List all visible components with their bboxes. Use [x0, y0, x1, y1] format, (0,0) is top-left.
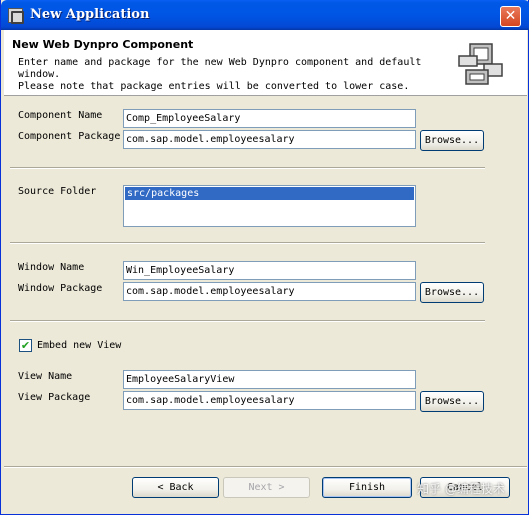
next-button[interactable]: Next >: [223, 477, 310, 498]
view-package-input[interactable]: com.sap.model.employeesalary: [123, 391, 416, 410]
window-package-input[interactable]: com.sap.model.employeesalary: [123, 282, 416, 301]
checkmark-icon: ✔: [20, 339, 31, 352]
window-name-label: Window Name: [18, 262, 85, 273]
component-name-label: Component Name: [18, 110, 103, 121]
close-button[interactable]: ✕: [500, 6, 521, 27]
component-name-input[interactable]: Comp_EmployeeSalary: [123, 109, 416, 128]
close-icon: ✕: [504, 8, 517, 24]
separator: [10, 320, 485, 322]
back-button[interactable]: < Back: [132, 477, 219, 498]
source-folder-label: Source Folder: [18, 186, 97, 197]
wizard-banner-icon: [458, 43, 503, 85]
view-name-label: View Name: [18, 371, 73, 382]
window-name-input[interactable]: Win_EmployeeSalary: [123, 261, 416, 280]
separator: [10, 242, 485, 244]
footer-separator: [4, 466, 527, 468]
source-folder-list[interactable]: src/packages: [123, 185, 416, 227]
page-title: New Web Dynpro Component: [12, 38, 194, 51]
wizard-header: New Web Dynpro Component Enter name and …: [4, 30, 527, 96]
window-package-label: Window Package: [18, 283, 103, 294]
watermark: 知乎 @编程技术: [417, 482, 505, 496]
window-title: New Application: [30, 7, 150, 22]
component-package-label: Component Package: [18, 131, 121, 142]
window-browse-button[interactable]: Browse...: [420, 282, 484, 303]
application-icon: [8, 8, 24, 24]
embed-view-label[interactable]: Embed new View: [37, 340, 121, 351]
title-bar[interactable]: New Application ✕: [1, 0, 529, 30]
separator: [10, 167, 485, 169]
new-application-dialog: New Application ✕ New Web Dynpro Compone…: [0, 0, 529, 515]
finish-button[interactable]: Finish: [322, 477, 412, 498]
component-package-input[interactable]: com.sap.model.employeesalary: [123, 130, 416, 149]
view-browse-button[interactable]: Browse...: [420, 391, 484, 412]
list-item[interactable]: src/packages: [125, 187, 414, 200]
page-description: Enter name and package for the new Web D…: [18, 57, 422, 92]
embed-view-checkbox[interactable]: ✔: [19, 339, 32, 352]
view-package-label: View Package: [18, 392, 91, 403]
component-browse-button[interactable]: Browse...: [420, 130, 484, 151]
view-name-input[interactable]: EmployeeSalaryView: [123, 370, 416, 389]
